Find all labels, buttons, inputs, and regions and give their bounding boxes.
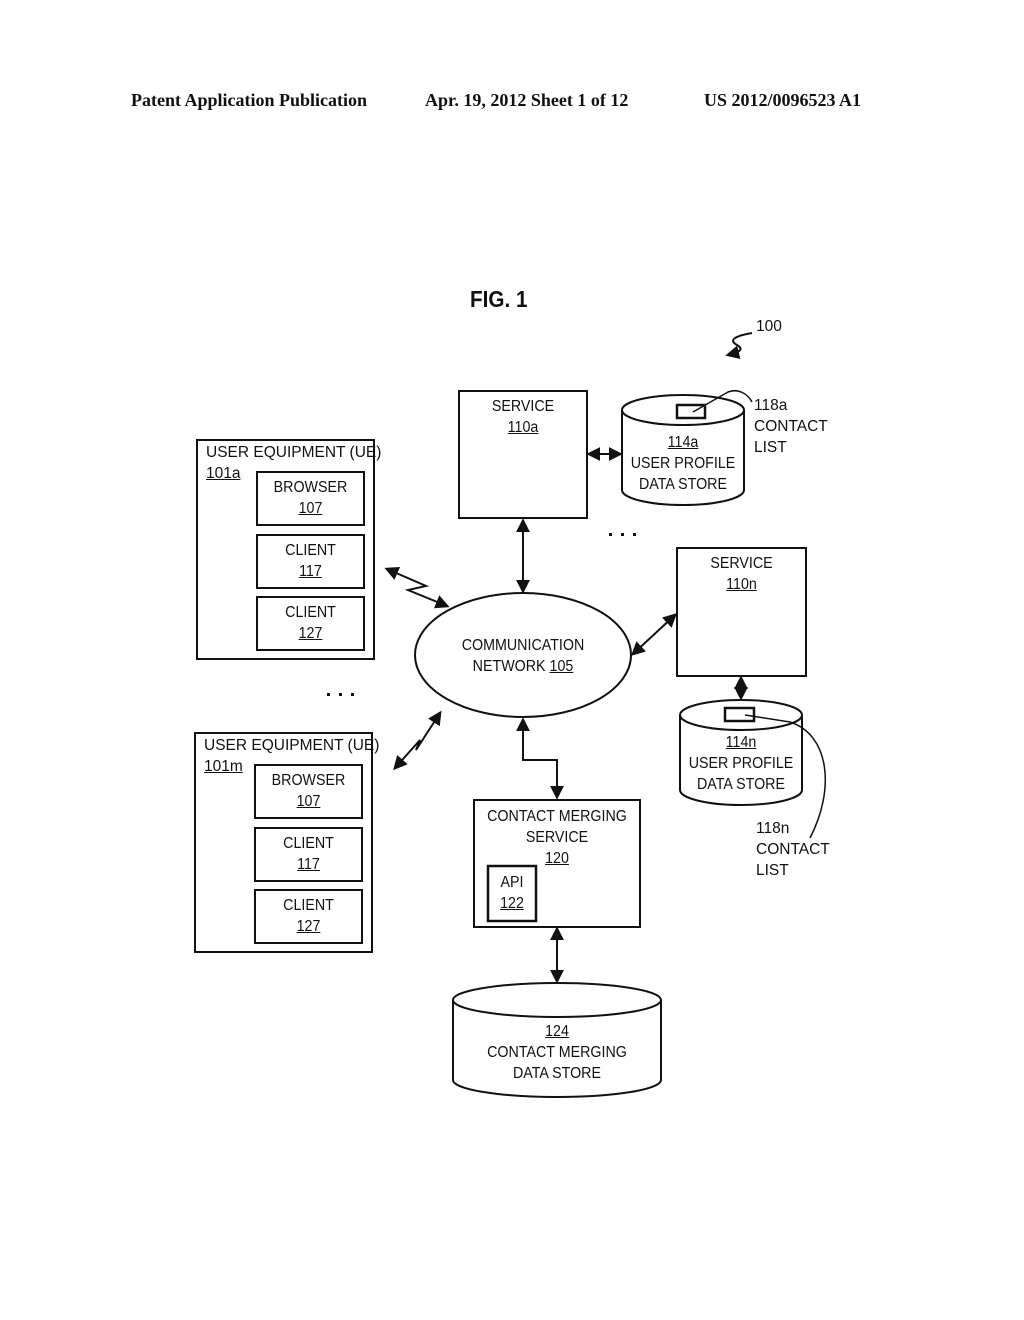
network-line2-prefix: NETWORK (472, 658, 550, 675)
ue-101a-browser-label: BROWSER 107 (261, 477, 359, 519)
store-114a-line1: USER PROFILE (630, 455, 736, 472)
component-ref: 107 (298, 500, 323, 517)
store-114n-ref: 114n (725, 734, 757, 751)
store-124-line2: DATA STORE (513, 1065, 601, 1082)
store-114a-line2: DATA STORE (639, 476, 727, 493)
service-110a-ref: 110a (507, 419, 539, 436)
contact-list-118n-line2: LIST (756, 862, 789, 879)
network-105-label: COMMUNICATION NETWORK 105 (424, 635, 623, 677)
ue-101m-ref: 101m (204, 758, 243, 775)
network-to-merging-service-arrow (516, 717, 564, 800)
contact-list-118a-line2: LIST (754, 439, 787, 456)
store-114n-label: 114n USER PROFILE DATA STORE (685, 732, 797, 795)
store-114n-line2: DATA STORE (697, 776, 785, 793)
network-line1: COMMUNICATION (461, 637, 585, 654)
network-to-service-n-arrow (630, 613, 678, 656)
ue-101m-client117-label: CLIENT 117 (259, 833, 357, 875)
store-124-line1: CONTACT MERGING (487, 1044, 627, 1061)
component-ref: 107 (296, 793, 321, 810)
ue-101a-client117-label: CLIENT 117 (261, 540, 359, 582)
component-name: CLIENT (283, 835, 334, 852)
ue-a-wireless-link (384, 567, 450, 609)
component-name: BROWSER (273, 479, 348, 496)
component-ref: 117 (299, 563, 322, 580)
store-114n-line1: USER PROFILE (688, 755, 794, 772)
service-110n-name: SERVICE (710, 555, 773, 572)
store-114a-label: 114a USER PROFILE DATA STORE (627, 432, 739, 495)
api-name: API (500, 874, 524, 891)
merging-service-ref: 120 (545, 850, 569, 867)
ue-101m-client127-label: CLIENT 127 (259, 895, 357, 937)
network-line2: NETWORK 105 (424, 656, 623, 677)
ue-101a-client127-label: CLIENT 127 (261, 602, 359, 644)
component-ref: 127 (298, 625, 323, 642)
service-110n-ref: 110n (726, 576, 757, 593)
contact-list-118a-ref: 118a (754, 397, 788, 414)
merging-service-120-label: CONTACT MERGING SERVICE 120 (481, 806, 634, 869)
ue-101a-ref: 101a (206, 465, 241, 482)
component-name: CLIENT (285, 604, 336, 621)
merging-service-line1: CONTACT MERGING (487, 808, 627, 825)
network-ref: 105 (549, 658, 574, 675)
contact-list-118a-line1: CONTACT (754, 418, 828, 435)
store-114a-ref: 114a (667, 434, 699, 451)
component-name: BROWSER (271, 772, 346, 789)
store-124-label: 124 CONTACT MERGING DATA STORE (461, 1021, 652, 1084)
ue-101m-browser-label: BROWSER 107 (259, 770, 357, 812)
api-122-label: API 122 (490, 872, 534, 914)
merging-service-line2: SERVICE (525, 829, 589, 846)
service-110a-label: SERVICE 110a (464, 396, 582, 438)
ellipsis-services (609, 533, 636, 536)
component-name: CLIENT (285, 542, 336, 559)
component-ref: 127 (296, 918, 321, 935)
contact-list-118n-line1: CONTACT (756, 841, 830, 858)
ellipsis-ues (327, 693, 354, 696)
component-ref: 117 (297, 856, 320, 873)
ref-100-leader-arrow (725, 332, 753, 360)
component-name: CLIENT (283, 897, 334, 914)
api-ref: 122 (500, 895, 524, 912)
ref-100-label: 100 (756, 318, 782, 335)
contact-list-118n-label: 118n CONTACT LIST (756, 818, 830, 881)
ue-m-wireless-link (393, 710, 442, 771)
ue-101m-title: USER EQUIPMENT (UE) (204, 737, 380, 754)
store-124-ref: 124 (545, 1023, 569, 1040)
contact-list-118n-ref: 118n (756, 820, 790, 837)
ue-101a-title: USER EQUIPMENT (UE) (206, 444, 382, 461)
service-110a-name: SERVICE (491, 398, 555, 415)
contact-list-118a-label: 118a CONTACT LIST (754, 395, 828, 458)
service-110n-label: SERVICE 110n (682, 553, 801, 595)
